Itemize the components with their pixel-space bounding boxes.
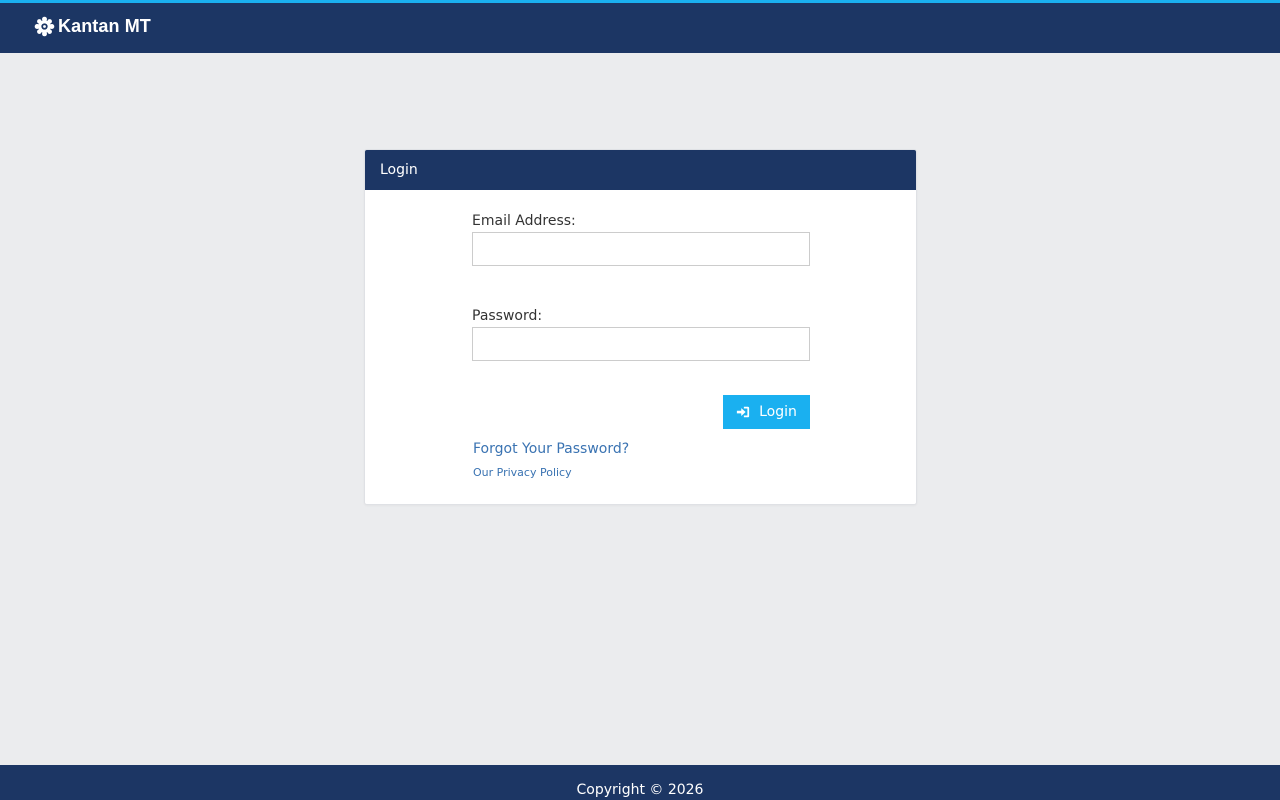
top-navbar: Kantan MT [0, 0, 1280, 53]
brand-logo[interactable]: Kantan MT [34, 16, 151, 37]
copyright-text: Copyright © 2026 [576, 782, 704, 798]
privacy-policy-link[interactable]: Our Privacy Policy [473, 466, 572, 479]
password-input[interactable] [472, 327, 810, 361]
login-panel-title: Login [365, 150, 916, 190]
footer: Copyright © 2026 [0, 765, 1280, 800]
forgot-password-link[interactable]: Forgot Your Password? [473, 441, 629, 457]
login-panel: Login Email Address: Password: Login For… [364, 149, 917, 505]
login-button[interactable]: Login [723, 395, 810, 429]
sign-in-icon [736, 406, 750, 418]
email-input[interactable] [472, 232, 810, 266]
gear-logo-icon [34, 16, 55, 37]
email-label: Email Address: [472, 213, 576, 229]
password-label: Password: [472, 308, 543, 324]
login-button-label: Login [759, 404, 797, 420]
brand-name: Kantan MT [58, 16, 151, 36]
